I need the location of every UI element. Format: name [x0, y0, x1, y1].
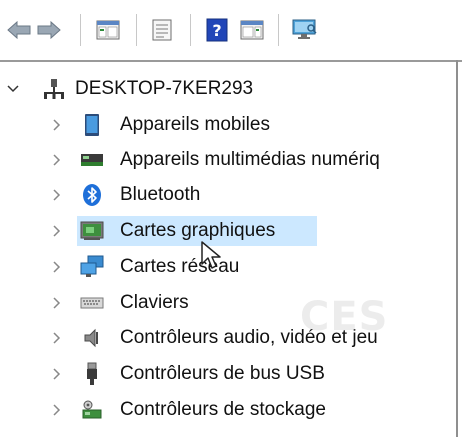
chevron-right-icon[interactable] — [50, 118, 64, 132]
tree-item-cartes-reseau[interactable]: Cartes réseau — [0, 250, 456, 284]
tree-item-label: Bluetooth — [120, 184, 201, 205]
tree-item-label: Appareils multimédias numériq — [120, 149, 380, 170]
keyboard-icon — [80, 291, 104, 315]
network-adapter-icon — [80, 255, 104, 279]
action-pane-icon — [240, 20, 264, 40]
pane-border — [456, 60, 458, 437]
toolbar-separator — [136, 14, 137, 46]
media-device-icon — [80, 148, 104, 172]
tree-root[interactable]: DESKTOP-7KER293 — [0, 72, 456, 106]
tree-item-label: Claviers — [120, 292, 189, 313]
device-manager-window: ? DESKTOP-7KER293 Appareils mobiles Appa… — [0, 0, 462, 437]
chevron-right-icon[interactable] — [50, 403, 64, 417]
toolbar-separator — [278, 14, 279, 46]
toolbar-separator — [190, 14, 191, 46]
display-adapter-icon — [80, 219, 104, 243]
tree-item-cartes-graphiques[interactable]: Cartes graphiques — [0, 214, 456, 248]
forward-button[interactable] — [36, 12, 62, 48]
help-icon: ? — [206, 18, 228, 42]
console-tree-icon — [96, 20, 120, 40]
chevron-right-icon[interactable] — [50, 260, 64, 274]
scan-hardware-button[interactable] — [290, 12, 320, 48]
chevron-right-icon[interactable] — [50, 224, 64, 238]
tree-item-label: Contrôleurs de stockage — [120, 399, 326, 420]
chevron-down-icon[interactable] — [6, 82, 20, 96]
tree-item-appareils-mobiles[interactable]: Appareils mobiles — [0, 108, 456, 142]
tree-item-controleurs-usb[interactable]: Contrôleurs de bus USB — [0, 357, 456, 391]
tree-root-label: DESKTOP-7KER293 — [75, 78, 254, 99]
chevron-right-icon[interactable] — [50, 188, 64, 202]
show-hide-console-tree-button[interactable] — [94, 12, 122, 48]
tree-item-label: Cartes réseau — [120, 256, 240, 277]
tree-item-claviers[interactable]: Claviers — [0, 286, 456, 320]
tree-item-controleurs-audio[interactable]: Contrôleurs audio, vidéo et jeu — [0, 321, 456, 355]
toolbar: ? — [0, 0, 462, 60]
tree-item-appareils-multimedias[interactable]: Appareils multimédias numériq — [0, 143, 456, 177]
storage-controller-icon — [80, 398, 104, 422]
help-glyph: ? — [212, 21, 221, 40]
toolbar-separator — [80, 14, 81, 46]
chevron-right-icon[interactable] — [50, 296, 64, 310]
properties-icon — [152, 19, 172, 41]
tree-item-label: Appareils mobiles — [120, 114, 270, 135]
monitor-scan-icon — [292, 19, 317, 39]
chevron-right-icon[interactable] — [50, 153, 64, 167]
help-button[interactable]: ? — [204, 12, 230, 48]
properties-button[interactable] — [148, 12, 176, 48]
show-action-pane-button[interactable] — [238, 12, 266, 48]
chevron-right-icon[interactable] — [50, 331, 64, 345]
tree-item-controleurs-stockage[interactable]: Contrôleurs de stockage — [0, 393, 456, 427]
arrow-right-icon — [37, 20, 61, 40]
tree-item-label: Contrôleurs de bus USB — [120, 363, 325, 384]
tree-item-label: Contrôleurs audio, vidéo et jeu — [120, 327, 378, 348]
mobile-device-icon — [80, 113, 104, 137]
tree-item-label: Cartes graphiques — [120, 220, 276, 241]
chevron-right-icon[interactable] — [50, 367, 64, 381]
back-button[interactable] — [6, 12, 32, 48]
speaker-icon — [80, 326, 104, 350]
device-tree: DESKTOP-7KER293 Appareils mobiles Appare… — [0, 62, 456, 437]
computer-icon — [42, 77, 66, 101]
usb-icon — [80, 362, 104, 386]
arrow-left-icon — [7, 20, 31, 40]
tree-item-bluetooth[interactable]: Bluetooth — [0, 178, 456, 212]
bluetooth-icon — [80, 183, 104, 207]
